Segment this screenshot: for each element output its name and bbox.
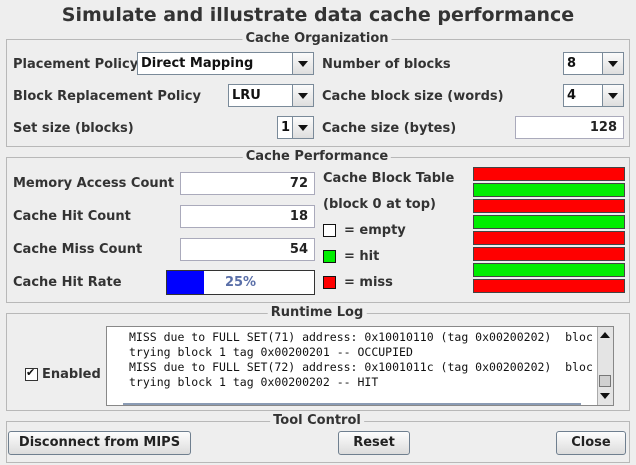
chevron-down-icon[interactable] bbox=[602, 85, 623, 106]
replacement-policy-value: LRU bbox=[232, 88, 261, 103]
vertical-scrollbar[interactable] bbox=[597, 327, 613, 405]
legend-hit-label: = hit bbox=[344, 249, 380, 264]
cache-block-1 bbox=[473, 183, 625, 197]
log-line: trying block 1 tag 0x00200202 -- HIT bbox=[129, 375, 379, 389]
num-blocks-label: Number of blocks bbox=[322, 57, 451, 72]
set-size-select[interactable]: 1 bbox=[277, 116, 314, 139]
enabled-label[interactable]: Enabled bbox=[42, 367, 101, 382]
hit-count-field: 18 bbox=[180, 205, 315, 228]
block-table-subtitle: (block 0 at top) bbox=[323, 197, 436, 212]
hit-rate-progress-bar: 25% bbox=[166, 270, 315, 295]
cache-performance-legend: Cache Performance bbox=[242, 149, 392, 164]
set-size-label: Set size (blocks) bbox=[13, 121, 134, 136]
horizontal-scrollbar[interactable] bbox=[123, 403, 581, 405]
legend-miss-label: = miss bbox=[344, 275, 393, 290]
log-line: MISS due to FULL SET(72) address: 0x1001… bbox=[129, 360, 593, 374]
num-blocks-select[interactable]: 8 bbox=[563, 52, 624, 75]
miss-count-label: Cache Miss Count bbox=[13, 242, 143, 257]
cache-block-6 bbox=[473, 263, 625, 277]
chevron-down-icon[interactable] bbox=[292, 117, 313, 138]
log-lines: MISS due to FULL SET(71) address: 0x1001… bbox=[129, 330, 599, 390]
placement-policy-select[interactable]: Direct Mapping bbox=[137, 52, 314, 75]
cache-size-field: 128 bbox=[515, 116, 624, 139]
tool-control-legend: Tool Control bbox=[270, 413, 364, 428]
hit-count-label: Cache Hit Count bbox=[13, 209, 131, 224]
cache-block-7 bbox=[473, 279, 625, 293]
set-size-value: 1 bbox=[281, 120, 291, 135]
miss-swatch bbox=[323, 276, 336, 289]
placement-policy-label: Placement Policy bbox=[13, 57, 139, 72]
scroll-thumb[interactable] bbox=[599, 375, 611, 387]
block-size-select[interactable]: 4 bbox=[563, 84, 624, 107]
chevron-down-icon[interactable] bbox=[292, 53, 313, 74]
scroll-up-arrow-icon[interactable] bbox=[600, 332, 610, 338]
check-icon: ✔ bbox=[26, 366, 36, 379]
memory-access-count-label: Memory Access Count bbox=[13, 176, 175, 191]
miss-count-field: 54 bbox=[180, 238, 315, 261]
chevron-down-icon[interactable] bbox=[602, 53, 623, 74]
log-text-area[interactable]: MISS due to FULL SET(71) address: 0x1001… bbox=[106, 326, 614, 406]
cache-block-0 bbox=[473, 167, 625, 181]
enabled-checkbox[interactable]: ✔ bbox=[25, 366, 38, 381]
num-blocks-value: 8 bbox=[567, 56, 577, 71]
cache-block-2 bbox=[473, 199, 625, 213]
cache-size-label: Cache size (bytes) bbox=[322, 121, 457, 136]
cache-block-4 bbox=[473, 231, 625, 245]
disconnect-button[interactable]: Disconnect from MIPS bbox=[8, 431, 191, 455]
legend-empty-label: = empty bbox=[344, 223, 406, 238]
cache-block-5 bbox=[473, 247, 625, 261]
cache-block-3 bbox=[473, 215, 625, 229]
replacement-policy-label: Block Replacement Policy bbox=[13, 89, 201, 104]
log-line: MISS due to FULL SET(71) address: 0x1001… bbox=[129, 330, 593, 344]
hit-rate-label: Cache Hit Rate bbox=[13, 275, 122, 290]
empty-swatch bbox=[323, 224, 336, 237]
memory-access-count-field: 72 bbox=[180, 172, 315, 195]
reset-button[interactable]: Reset bbox=[338, 431, 410, 455]
block-size-value: 4 bbox=[567, 88, 577, 103]
close-button[interactable]: Close bbox=[556, 431, 626, 455]
chevron-down-icon[interactable] bbox=[292, 85, 313, 106]
hit-swatch bbox=[323, 250, 336, 263]
replacement-policy-select[interactable]: LRU bbox=[228, 84, 314, 107]
block-table-title: Cache Block Table bbox=[323, 171, 455, 186]
cache-organization-legend: Cache Organization bbox=[242, 31, 392, 46]
placement-policy-value: Direct Mapping bbox=[141, 56, 254, 71]
block-size-label: Cache block size (words) bbox=[322, 89, 504, 104]
window-title: Simulate and illustrate data cache perfo… bbox=[61, 4, 575, 26]
hit-rate-text: 25% bbox=[224, 275, 257, 290]
log-line: trying block 1 tag 0x00200201 -- OCCUPIE… bbox=[129, 345, 413, 359]
runtime-log-legend: Runtime Log bbox=[267, 305, 367, 320]
scroll-down-arrow-icon[interactable] bbox=[600, 393, 610, 399]
